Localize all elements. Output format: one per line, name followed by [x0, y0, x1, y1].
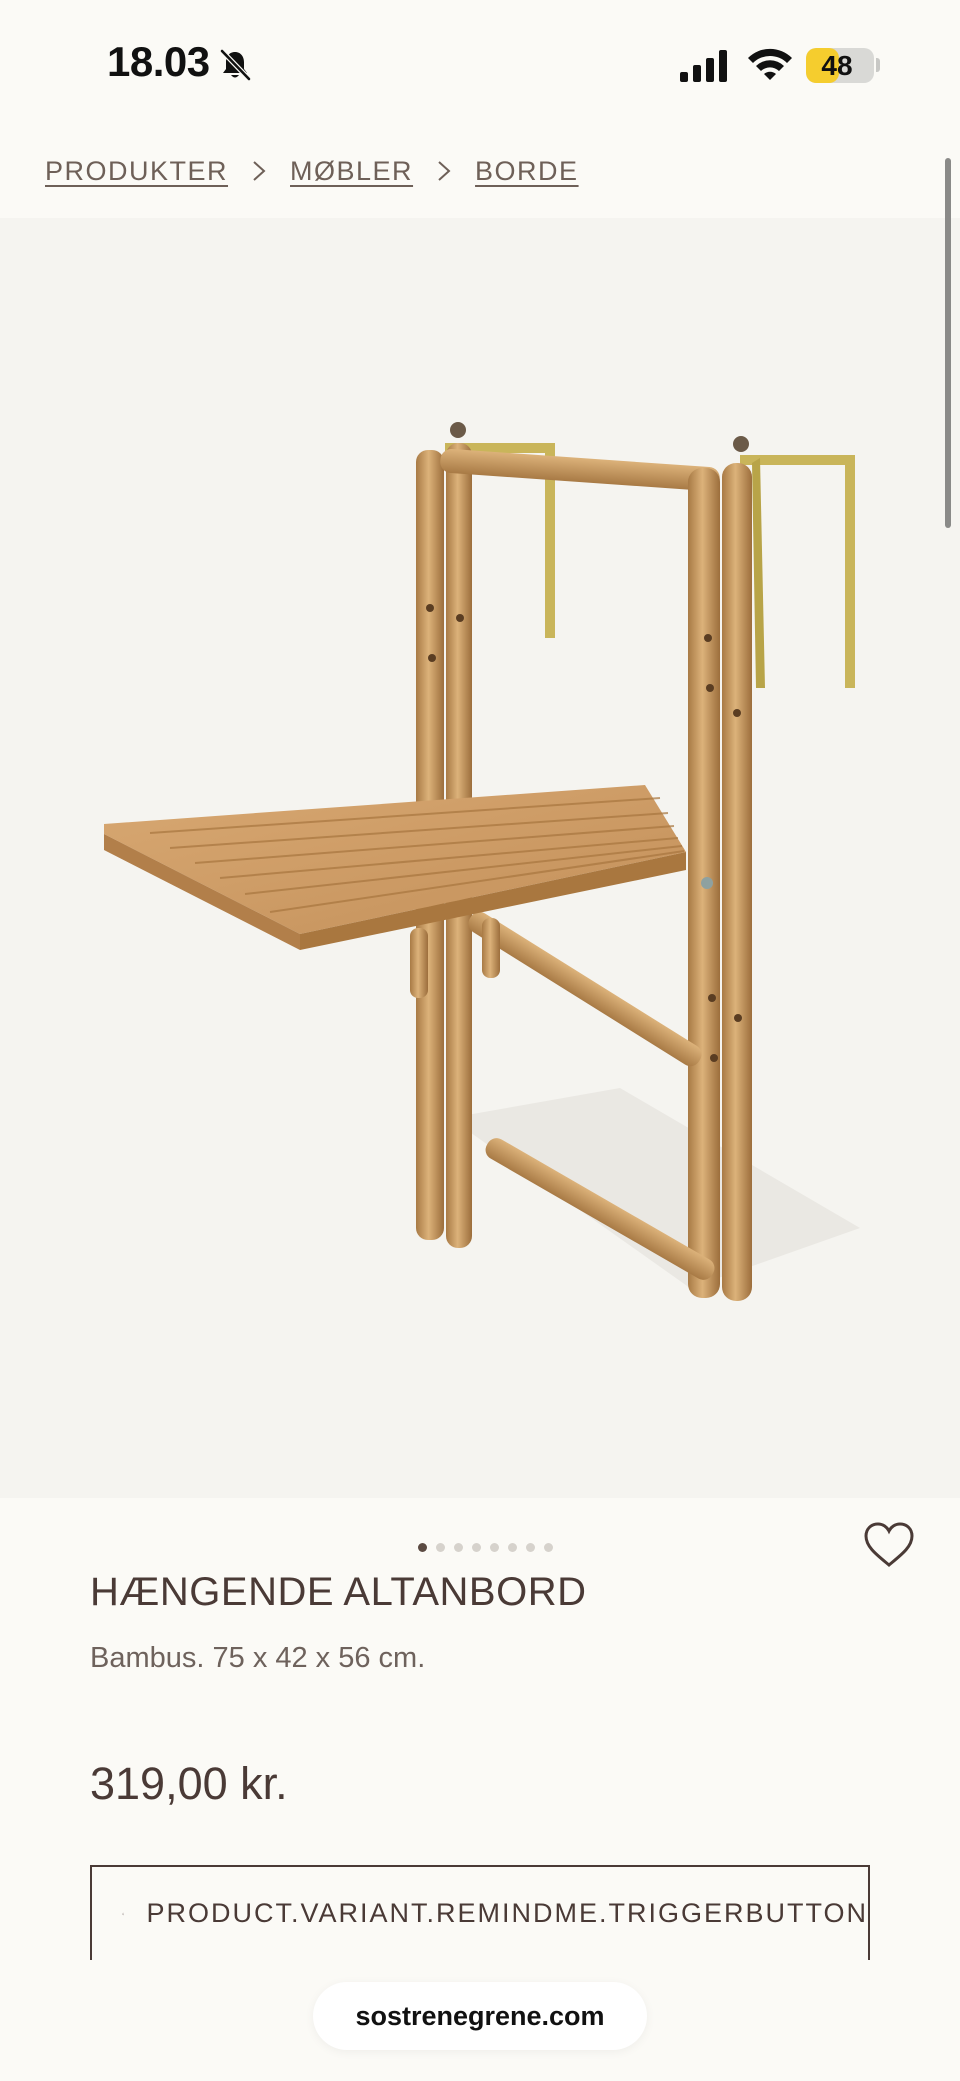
scrollbar-thumb[interactable] [945, 158, 951, 528]
product-page: 18.03 48 PRODUKTER MØBLER BORDE HÆNGENDE… [0, 0, 960, 2081]
status-time: 18.03 [107, 38, 210, 85]
bell-off-icon [220, 49, 251, 81]
pager-dot[interactable] [508, 1543, 517, 1552]
breadcrumb-mobler[interactable]: MØBLER [290, 156, 413, 187]
product-title: HÆNGENDE ALTANBORD [90, 1570, 587, 1614]
pager-dot[interactable] [436, 1543, 445, 1552]
pager-dot[interactable] [472, 1543, 481, 1552]
pager-dot[interactable] [544, 1543, 553, 1552]
breadcrumb: PRODUKTER MØBLER BORDE [45, 150, 579, 192]
breadcrumb-borde[interactable]: BORDE [475, 156, 579, 187]
chevron-right-icon [228, 160, 290, 182]
battery-icon: 48 [806, 48, 874, 83]
bell-icon [122, 1912, 125, 1915]
product-image [104, 422, 860, 1301]
browser-url-bar[interactable]: sostrenegrene.com [313, 1982, 647, 2050]
status-bar: 18.03 48 [0, 0, 960, 130]
product-description: Bambus. 75 x 42 x 56 cm. [90, 1642, 426, 1674]
pager-dot[interactable] [490, 1543, 499, 1552]
wifi-icon [748, 48, 792, 80]
heart-outline-icon [864, 1522, 914, 1567]
chevron-right-icon [413, 160, 475, 182]
pager-dot[interactable] [526, 1543, 535, 1552]
signal-icon [680, 50, 727, 82]
remind-me-label: PRODUCT.VARIANT.REMINDME.TRIGGERBUTTON [146, 1898, 868, 1928]
breadcrumb-produkter[interactable]: PRODUKTER [45, 156, 228, 187]
pager-dot[interactable] [454, 1543, 463, 1552]
image-pager-dots[interactable] [418, 1543, 553, 1552]
product-image-gallery[interactable] [0, 218, 960, 1498]
favorite-button[interactable] [862, 1520, 916, 1570]
pager-dot[interactable] [418, 1543, 427, 1552]
product-price: 319,00 kr. [90, 1758, 288, 1809]
battery-cap [876, 58, 880, 72]
battery-level: 48 [821, 50, 853, 81]
remind-me-button[interactable]: PRODUCT.VARIANT.REMINDME.TRIGGERBUTTON [90, 1865, 870, 1960]
